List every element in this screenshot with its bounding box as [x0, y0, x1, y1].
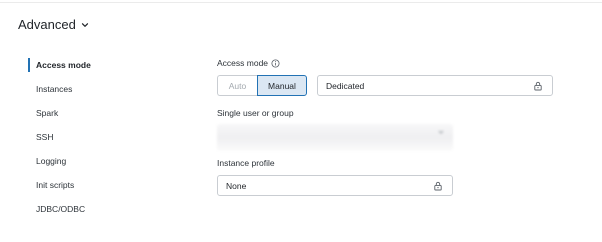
chevron-down-icon — [438, 130, 444, 134]
sidebar-item-label: SSH — [36, 132, 54, 142]
sidebar-item-spark[interactable]: Spark — [28, 105, 178, 129]
single-user-label-text: Single user or group — [217, 108, 294, 118]
sidebar-item-label: Logging — [36, 156, 67, 166]
access-mode-select[interactable]: Dedicated — [317, 75, 553, 96]
access-mode-toggle: Auto Manual — [217, 75, 307, 96]
access-mode-value: Dedicated — [326, 80, 365, 91]
lock-icon — [434, 181, 442, 191]
sidebar-item-label: Access mode — [36, 60, 91, 70]
single-user-select[interactable] — [217, 124, 453, 151]
single-user-label: Single user or group — [217, 108, 294, 118]
advanced-sidebar: Access mode Instances Spark SSH Logging … — [28, 57, 178, 225]
sidebar-item-access-mode[interactable]: Access mode — [28, 57, 178, 81]
sidebar-item-instances[interactable]: Instances — [28, 81, 178, 105]
info-icon[interactable] — [271, 58, 280, 68]
section-title: Advanced — [18, 17, 76, 32]
sidebar-item-label: JDBC/ODBC — [36, 204, 86, 214]
chevron-down-icon — [81, 22, 88, 27]
instance-profile-label-text: Instance profile — [217, 158, 275, 168]
sidebar-item-jdbc-odbc[interactable]: JDBC/ODBC — [28, 201, 178, 225]
sidebar-item-init-scripts[interactable]: Init scripts — [28, 177, 178, 201]
access-mode-label-text: Access mode — [217, 58, 269, 68]
access-mode-label: Access mode — [217, 58, 280, 68]
instance-profile-value: None — [226, 180, 247, 191]
sidebar-item-ssh[interactable]: SSH — [28, 129, 178, 153]
top-divider — [0, 2, 602, 3]
sidebar-item-label: Init scripts — [36, 180, 75, 190]
lock-icon — [534, 81, 542, 91]
sidebar-item-label: Spark — [36, 108, 59, 118]
instance-profile-label: Instance profile — [217, 158, 275, 168]
instance-profile-select[interactable]: None — [217, 175, 453, 196]
manual-option[interactable]: Manual — [257, 75, 307, 96]
auto-option[interactable]: Auto — [217, 75, 257, 96]
sidebar-item-logging[interactable]: Logging — [28, 153, 178, 177]
advanced-section-toggle[interactable]: Advanced — [18, 17, 89, 32]
sidebar-item-label: Instances — [36, 84, 73, 94]
